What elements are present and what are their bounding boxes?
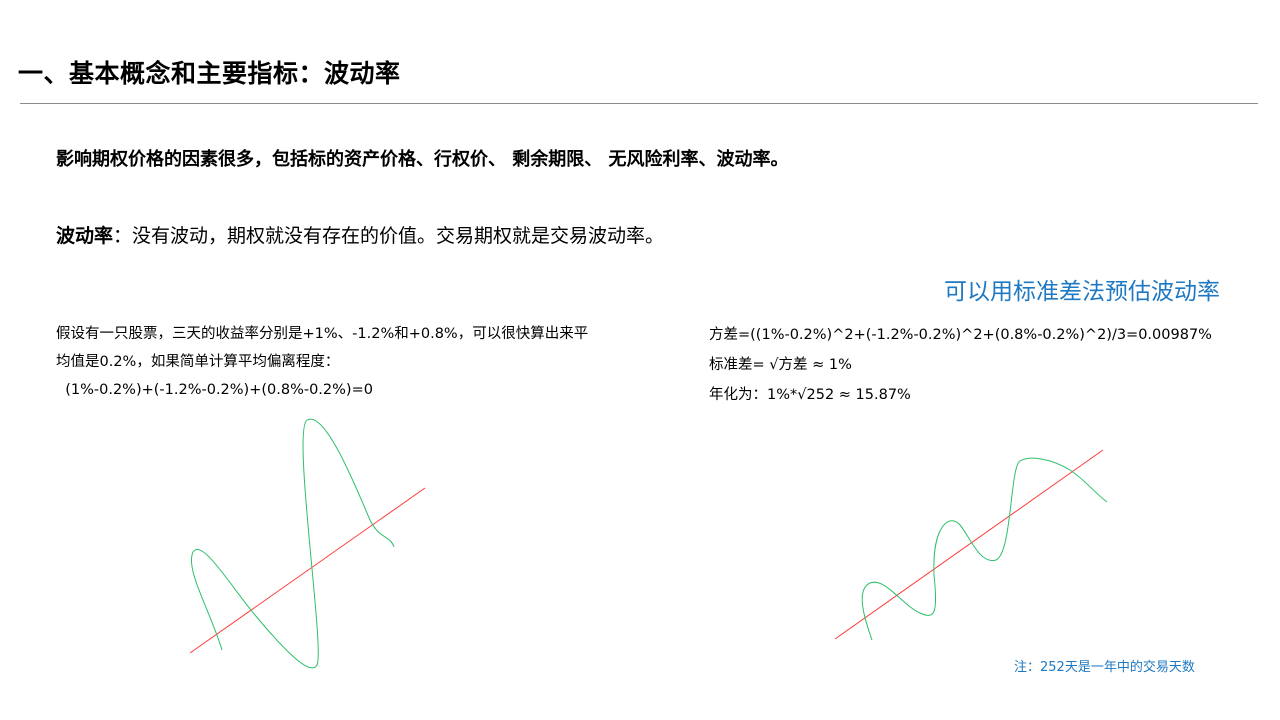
method-heading: 可以用标准差法预估波动率 — [944, 279, 1220, 305]
std-dev-formula: 标准差= √方差 ≈ 1% — [709, 357, 852, 373]
volatility-definition-text: ：没有波动，期权就没有存在的价值。交易期权就是交易波动率。 — [113, 225, 665, 247]
slide-title: 一、基本概念和主要指标：波动率 — [18, 59, 401, 88]
trend-line — [834, 449, 1104, 640]
high-volatility-illustration — [189, 418, 426, 669]
annualized-formula: 年化为：1%*√252 ≈ 15.87% — [709, 387, 911, 403]
example-text: 假设有一只股票，三天的收益率分别是+1%、-1.2%和+0.8%，可以很快算出来… — [56, 320, 636, 404]
low-volatility-illustration — [834, 449, 1108, 641]
footnote: 注：252天是一年中的交易天数 — [1014, 660, 1195, 675]
intro-text: 影响期权价格的因素很多，包括标的资产价格、行权价、 剩余期限、 无风险利率、波动… — [56, 149, 789, 170]
trend-line — [189, 487, 426, 654]
calculation-text: 方差=((1%-0.2%)^2+(-1.2%-0.2%)^2+(0.8%-0.2… — [709, 320, 1212, 410]
example-line: 均值是0.2%，如果简单计算平均偏离程度： — [56, 354, 340, 370]
example-line: (1%-0.2%)+(-1.2%-0.2%)+(0.8%-0.2%)=0 — [56, 382, 373, 398]
volatility-term: 波动率 — [56, 225, 114, 247]
example-line: 假设有一只股票，三天的收益率分别是+1%、-1.2%和+0.8%，可以很快算出来… — [56, 326, 589, 342]
title-divider — [20, 103, 1258, 104]
volatility-wave — [861, 457, 1108, 641]
volatility-definition: 波动率：没有波动，期权就没有存在的价值。交易期权就是交易波动率。 — [56, 221, 664, 248]
variance-formula: 方差=((1%-0.2%)^2+(-1.2%-0.2%)^2+(0.8%-0.2… — [709, 327, 1212, 343]
